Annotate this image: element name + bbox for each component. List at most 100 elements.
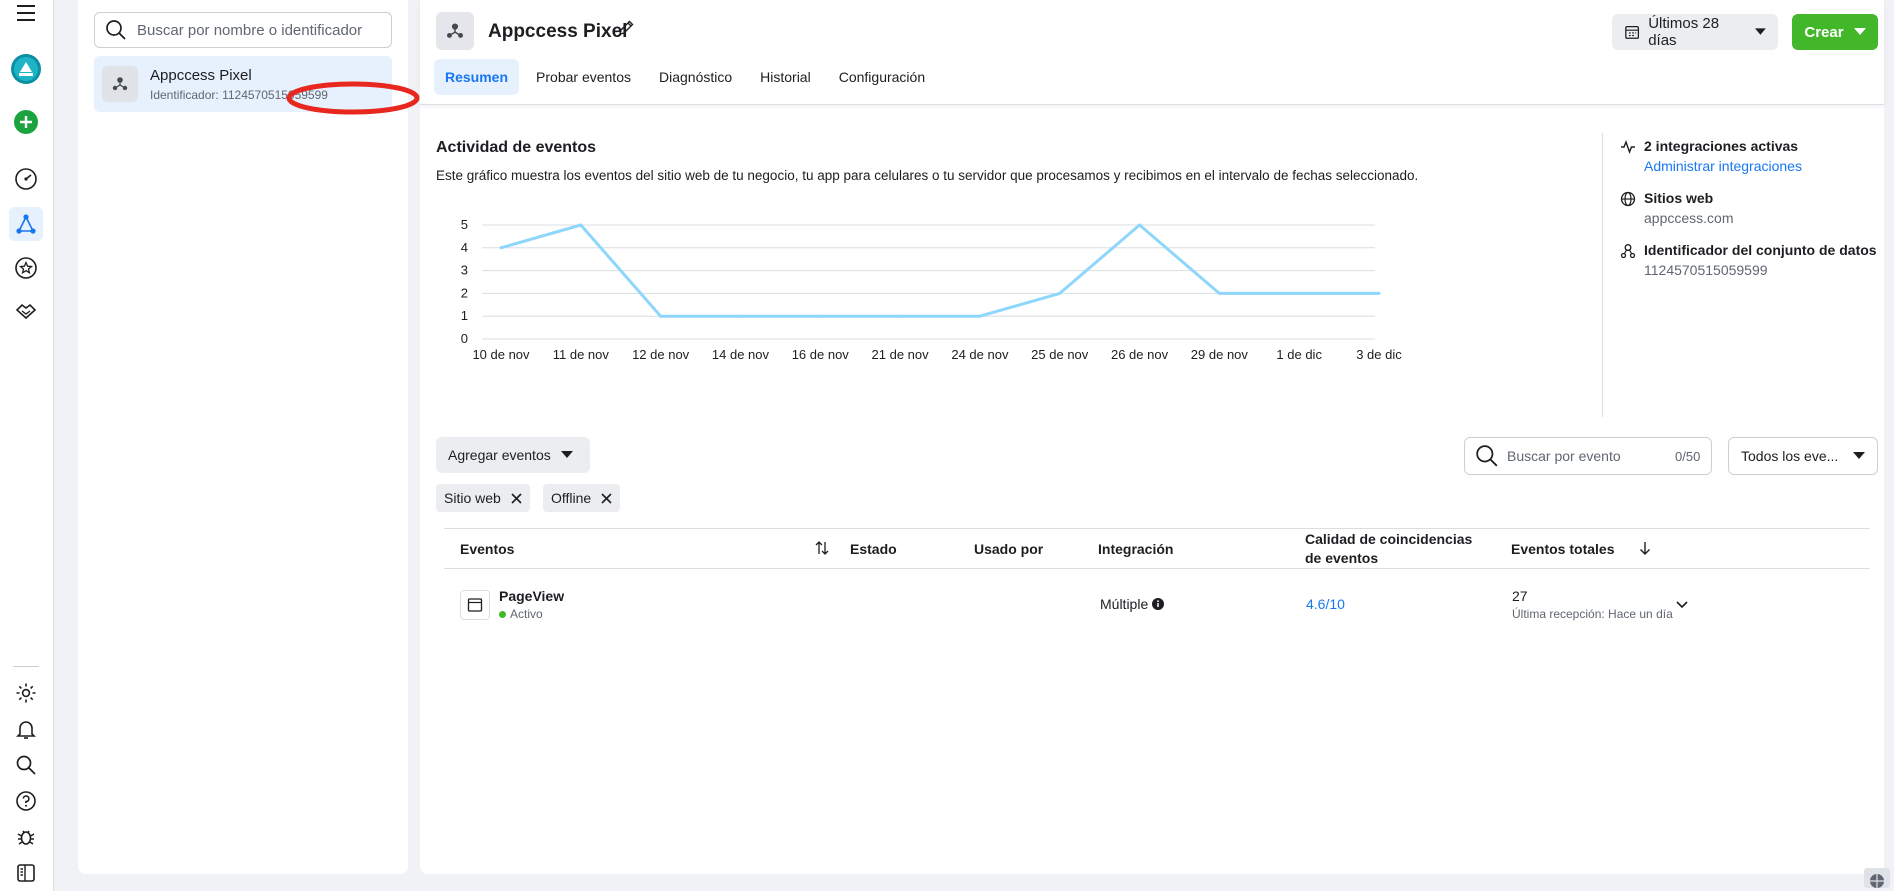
tab-history[interactable]: Historial xyxy=(749,59,822,95)
activity-description: Este gráfico muestra los eventos del sit… xyxy=(436,168,1419,183)
activity-pulse-icon xyxy=(1620,138,1636,174)
websites-title: Sitios web xyxy=(1644,190,1714,206)
info-icon[interactable] xyxy=(1152,598,1165,610)
x-tick-label: 21 de nov xyxy=(872,347,930,362)
column-status[interactable]: Estado xyxy=(850,541,897,557)
event-search-input[interactable] xyxy=(1507,448,1667,464)
x-tick-label: 3 de dic xyxy=(1356,347,1402,362)
event-search-count: 0/50 xyxy=(1675,448,1701,464)
pixel-name: Appccess Pixel xyxy=(150,66,252,84)
activity-title: Actividad de eventos xyxy=(436,139,597,156)
bug-icon[interactable] xyxy=(9,820,43,854)
events-manager-icon[interactable] xyxy=(9,207,43,241)
websites-value: appccess.com xyxy=(1644,210,1734,226)
pixel-list-item[interactable]: Appccess Pixel Identificador: 1124570515… xyxy=(94,56,392,112)
globe-icon xyxy=(1620,190,1636,226)
event-name-cell: PageView Activo xyxy=(499,588,564,621)
y-tick-label: 5 xyxy=(461,217,468,232)
tab-summary[interactable]: Resumen xyxy=(434,59,520,95)
data-point[interactable] xyxy=(499,246,503,250)
y-tick-label: 3 xyxy=(461,263,468,278)
date-range-button[interactable]: Últimos 28 días xyxy=(1612,14,1778,50)
tab-diagnostics[interactable]: Diagnóstico xyxy=(648,59,743,95)
data-point[interactable] xyxy=(738,314,742,318)
pixel-list-panel: Appccess Pixel Identificador: 1124570515… xyxy=(78,0,420,874)
close-icon[interactable] xyxy=(601,492,612,504)
calendar-icon xyxy=(1625,25,1640,39)
dataset-info: Identificador del conjunto de datos 1124… xyxy=(1620,242,1877,278)
x-tick-label: 14 de nov xyxy=(712,347,770,362)
tab-test-events[interactable]: Probar eventos xyxy=(525,59,642,95)
integrations-title: 2 integraciones activas xyxy=(1644,138,1799,154)
filter-chip-website: Sitio web xyxy=(436,484,530,512)
caret-down-icon xyxy=(1755,28,1766,35)
main-header: Appccess Pixel Últimos 28 días Crear Res… xyxy=(420,0,1884,105)
create-button[interactable]: Crear xyxy=(1792,14,1878,50)
events-filter-dropdown[interactable]: Todos los eve... xyxy=(1728,437,1878,475)
search-icon xyxy=(1476,445,1498,467)
pixel-id-value: 1124570515059599 xyxy=(222,87,328,102)
column-match-quality[interactable]: Calidad de coincidencias de eventos xyxy=(1305,530,1485,568)
chip-label: Sitio web xyxy=(444,490,501,506)
sort-icon[interactable] xyxy=(814,540,830,559)
menu-icon[interactable] xyxy=(9,0,43,30)
sidebar-toggle-icon[interactable] xyxy=(9,856,43,890)
data-point[interactable] xyxy=(1377,291,1381,295)
pixel-search-box[interactable] xyxy=(94,12,392,48)
help-icon[interactable] xyxy=(9,784,43,818)
pixel-icon xyxy=(102,66,138,102)
column-used-by[interactable]: Usado por xyxy=(974,541,1043,557)
business-avatar-icon[interactable] xyxy=(9,52,43,86)
add-events-button[interactable]: Agregar eventos xyxy=(436,437,590,473)
data-point[interactable] xyxy=(1217,291,1221,295)
tab-bar: Resumen Probar eventos Diagnóstico Histo… xyxy=(434,59,936,95)
event-search-box[interactable]: 0/50 xyxy=(1464,437,1712,475)
caret-down-icon xyxy=(1853,28,1866,35)
dataset-avatar-icon xyxy=(436,12,474,50)
tab-settings[interactable]: Configuración xyxy=(828,59,936,95)
column-integration[interactable]: Integración xyxy=(1098,541,1173,557)
data-point[interactable] xyxy=(978,314,982,318)
settings-icon[interactable] xyxy=(9,676,43,710)
x-tick-label: 24 de nov xyxy=(951,347,1009,362)
edit-name-icon[interactable] xyxy=(617,19,635,40)
match-quality-link[interactable]: 4.6/10 xyxy=(1306,596,1345,612)
main-card: Appccess Pixel Últimos 28 días Crear Res… xyxy=(420,0,1884,874)
filter-chip-offline: Offline xyxy=(543,484,621,512)
integrations-info: 2 integraciones activas Administrar inte… xyxy=(1620,138,1802,174)
data-point[interactable] xyxy=(1138,223,1142,227)
handshake-icon[interactable] xyxy=(9,294,43,328)
search-icon[interactable] xyxy=(9,748,43,782)
y-tick-label: 2 xyxy=(461,285,468,300)
add-events-label: Agregar eventos xyxy=(448,447,551,463)
data-point[interactable] xyxy=(579,223,583,227)
expand-row-icon[interactable] xyxy=(1676,596,1688,612)
create-label: Crear xyxy=(1804,23,1844,41)
table-row[interactable]: PageView Activo Múltiple 4.6/10 27 Últim… xyxy=(444,570,1870,640)
dataset-icon xyxy=(1620,242,1636,278)
arrow-down-icon[interactable] xyxy=(1638,540,1652,559)
dashboard-icon[interactable] xyxy=(9,162,43,196)
x-tick-label: 12 de nov xyxy=(632,347,690,362)
total-events-cell: 27 Última recepción: Hace un día xyxy=(1512,588,1673,621)
dataset-value: 1124570515059599 xyxy=(1644,262,1768,278)
column-events[interactable]: Eventos xyxy=(460,541,514,557)
data-point[interactable] xyxy=(898,314,902,318)
data-point[interactable] xyxy=(1297,291,1301,295)
close-icon[interactable] xyxy=(511,492,522,504)
webpage-icon xyxy=(460,590,490,620)
pixel-search-input[interactable] xyxy=(137,21,377,39)
data-point[interactable] xyxy=(818,314,822,318)
data-point[interactable] xyxy=(659,314,663,318)
status-dot xyxy=(499,611,506,618)
event-state-label: Activo xyxy=(510,607,543,621)
manage-integrations-link[interactable]: Administrar integraciones xyxy=(1644,158,1802,174)
column-total-events[interactable]: Eventos totales xyxy=(1511,541,1614,557)
data-point[interactable] xyxy=(1058,291,1062,295)
x-tick-label: 16 de nov xyxy=(792,347,850,362)
language-globe-icon[interactable] xyxy=(1864,868,1890,891)
bell-icon[interactable] xyxy=(9,712,43,746)
add-icon[interactable] xyxy=(9,105,43,139)
star-icon[interactable] xyxy=(9,251,43,285)
page-title: Appccess Pixel xyxy=(488,21,628,42)
